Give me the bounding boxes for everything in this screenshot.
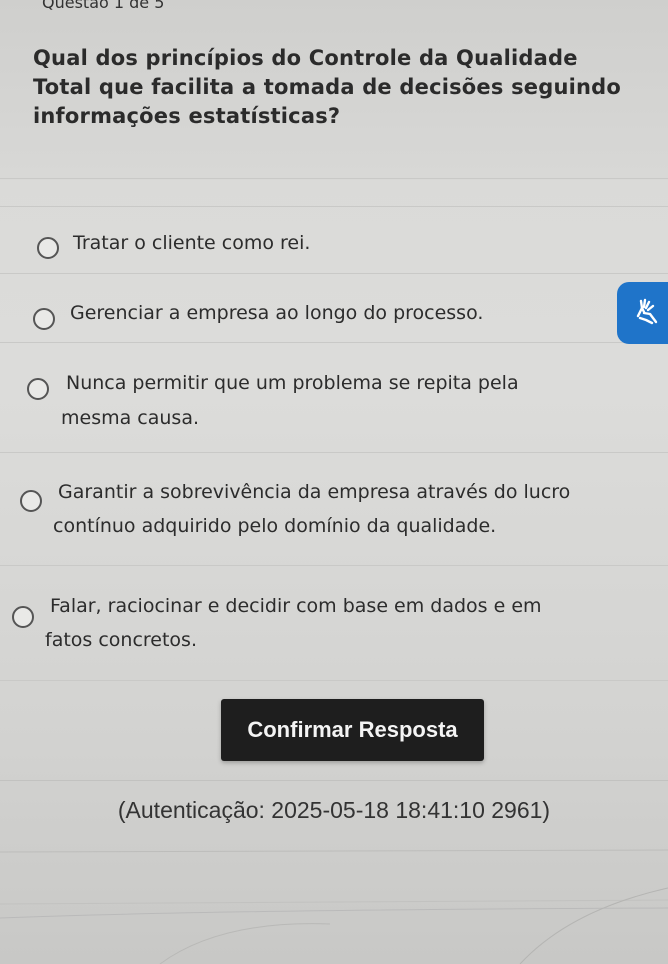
option-3[interactable]: Nunca permitir que um problema se repita… [0,362,668,440]
confirm-answer-button[interactable]: Confirmar Resposta [221,699,484,761]
option-1[interactable]: Tratar o cliente como rei. [0,222,668,270]
option-3-label-line-1: Nunca permitir que um problema se repita… [66,372,519,394]
authentication-code: (Autenticação: 2025-05-18 18:41:10 2961) [117,797,551,823]
option-1-radio[interactable] [37,237,59,259]
divider [0,273,668,274]
divider [0,206,668,207]
divider [0,565,668,566]
option-4[interactable]: Garantir a sobrevivência da empresa atra… [0,473,668,553]
divider [0,178,668,179]
option-5-label-line-2: fatos concretos. [45,629,197,651]
option-2-radio[interactable] [33,308,55,330]
sign-language-icon [632,296,662,330]
divider [0,342,668,343]
divider [0,452,668,453]
option-2[interactable]: Gerenciar a empresa ao longo do processo… [0,292,668,340]
option-3-label-line-2: mesma causa. [61,407,200,429]
option-1-label: Tratar o cliente como rei. [73,232,311,254]
background-lines [0,849,668,964]
option-3-radio[interactable] [27,378,49,400]
option-5-label-line-1: Falar, raciocinar e decidir com base em … [50,595,542,617]
accessibility-button[interactable] [617,282,668,344]
divider [0,680,668,681]
option-2-label: Gerenciar a empresa ao longo do processo… [70,302,484,324]
question-text: Qual dos princípios do Controle da Quali… [33,46,622,128]
option-4-label-line-2: contínuo adquirido pelo domínio da quali… [53,515,497,537]
option-4-label-line-1: Garantir a sobrevivência da empresa atra… [58,481,571,503]
option-5-radio[interactable] [12,606,34,628]
divider [0,780,668,781]
option-5[interactable]: Falar, raciocinar e decidir com base em … [0,588,668,668]
option-4-radio[interactable] [20,490,42,512]
question-counter: Questão 1 de 5 [42,0,165,12]
